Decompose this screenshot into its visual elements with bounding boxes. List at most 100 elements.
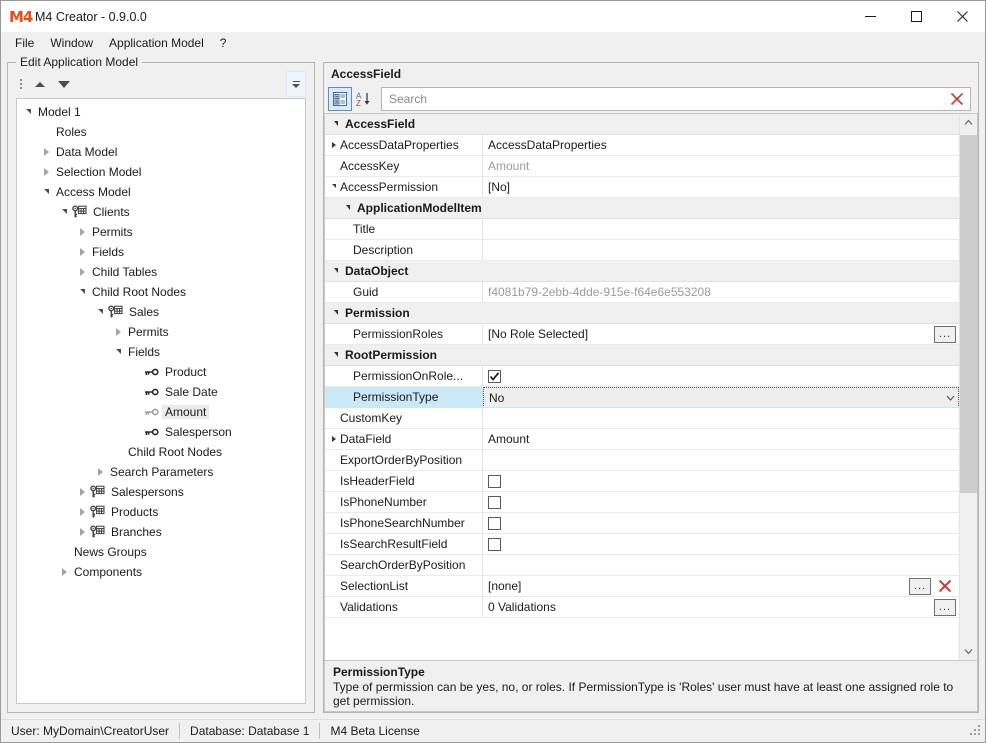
property-row-accessdataproperties[interactable]: AccessDataProperties AccessDataProperties	[325, 135, 959, 156]
scrollbar-track[interactable]	[960, 131, 977, 643]
tree-node-salesperson[interactable]: Salesperson	[17, 422, 305, 442]
minimize-button[interactable]	[847, 1, 893, 32]
expander-collapsed-icon[interactable]	[75, 488, 89, 496]
toolbar-overflow-button[interactable]	[286, 71, 306, 97]
property-category-permission[interactable]: Permission	[325, 303, 959, 324]
property-value-cell[interactable]	[483, 492, 959, 512]
expander-expanded-icon[interactable]	[57, 208, 71, 215]
property-row-isphonesearchnumber[interactable]: IsPhoneSearchNumber	[325, 513, 959, 534]
property-row-accesspermission[interactable]: AccessPermission [No]	[325, 177, 959, 198]
close-button[interactable]	[939, 1, 985, 32]
property-value-cell[interactable]: [No Role Selected]...	[483, 324, 959, 344]
expander-expanded-icon[interactable]	[111, 348, 125, 355]
expander-collapsed-icon[interactable]	[39, 148, 53, 156]
tree-node-child-root-nodes[interactable]: Child Root Nodes	[17, 442, 305, 462]
expander-expanded-icon[interactable]	[39, 188, 53, 195]
property-row-permissionroles[interactable]: PermissionRoles [No Role Selected]...	[325, 324, 959, 345]
property-row-title[interactable]: Title	[325, 219, 959, 240]
property-value-cell[interactable]: [none]...	[483, 576, 959, 596]
property-category-rootpermission[interactable]: RootPermission	[325, 345, 959, 366]
property-value-cell[interactable]: [No]	[483, 177, 959, 197]
tree-node-sale-date[interactable]: Sale Date	[17, 382, 305, 402]
chevron-down-icon[interactable]	[942, 395, 958, 401]
category-expander-icon[interactable]	[330, 120, 342, 127]
tree-node-product[interactable]: Product	[17, 362, 305, 382]
property-expander-collapsed-icon[interactable]	[329, 436, 339, 442]
tree-node-child-tables[interactable]: Child Tables	[17, 262, 305, 282]
expander-collapsed-icon[interactable]	[75, 268, 89, 276]
tree-node-clients[interactable]: Clients	[17, 202, 305, 222]
property-row-isheaderfield[interactable]: IsHeaderField	[325, 471, 959, 492]
property-row-description[interactable]: Description	[325, 240, 959, 261]
property-expander-expanded-icon[interactable]	[329, 184, 339, 189]
expander-expanded-icon[interactable]	[75, 288, 89, 295]
search-input[interactable]	[387, 88, 946, 110]
clear-search-button[interactable]	[946, 88, 968, 110]
property-category-dataobject[interactable]: DataObject	[325, 261, 959, 282]
menu-application-model[interactable]: Application Model	[101, 33, 212, 53]
property-row-isphonenumber[interactable]: IsPhoneNumber	[325, 492, 959, 513]
property-row-permissiontype[interactable]: PermissionType No	[325, 387, 959, 408]
expander-collapsed-icon[interactable]	[75, 228, 89, 236]
tree-node-branches[interactable]: Branches	[17, 522, 305, 542]
property-value-cell[interactable]	[483, 450, 959, 470]
expander-collapsed-icon[interactable]	[75, 528, 89, 536]
clear-value-button-selectionlist[interactable]	[934, 577, 956, 595]
move-down-button[interactable]	[52, 74, 76, 94]
ellipsis-button-selectionlist[interactable]: ...	[909, 577, 931, 595]
property-row-customkey[interactable]: CustomKey	[325, 408, 959, 429]
tree-node-permits[interactable]: Permits	[17, 222, 305, 242]
expander-collapsed-icon[interactable]	[93, 468, 107, 476]
checkbox-isphonesearchnumber[interactable]	[488, 516, 501, 530]
checkbox-issearchresultfield[interactable]	[488, 537, 501, 551]
tree-node-salespersons[interactable]: Salespersons	[17, 482, 305, 502]
categorized-view-button[interactable]	[328, 87, 352, 111]
category-expander-icon[interactable]	[342, 204, 354, 211]
property-value-cell[interactable]: Amount	[483, 156, 959, 176]
property-row-accesskey[interactable]: AccessKey Amount	[325, 156, 959, 177]
property-grid-scrollbar[interactable]	[959, 114, 977, 660]
tree-node-fields[interactable]: Fields	[17, 242, 305, 262]
ellipsis-button-validations[interactable]: ...	[934, 598, 956, 616]
category-expander-icon[interactable]	[330, 267, 342, 274]
property-value-cell[interactable]: f4081b79-2ebb-4dde-915e-f64e6e553208	[483, 282, 959, 302]
tree-node-products[interactable]: Products	[17, 502, 305, 522]
property-value-cell[interactable]	[483, 534, 959, 554]
property-value-cell[interactable]	[483, 219, 959, 239]
move-up-button[interactable]	[28, 74, 52, 94]
property-expander-collapsed-icon[interactable]	[329, 142, 339, 148]
property-value-cell[interactable]	[483, 555, 959, 575]
model-tree[interactable]: Model 1 Roles Data Model Selection Model Acc…	[16, 98, 306, 704]
expander-expanded-icon[interactable]	[21, 108, 35, 115]
tree-node-data-model[interactable]: Data Model	[17, 142, 305, 162]
menu-window[interactable]: Window	[42, 33, 101, 53]
expander-expanded-icon[interactable]	[93, 308, 107, 315]
scroll-down-button[interactable]	[960, 643, 977, 660]
tree-node-access-model[interactable]: Access Model	[17, 182, 305, 202]
property-row-guid[interactable]: Guid f4081b79-2ebb-4dde-915e-f64e6e553208	[325, 282, 959, 303]
property-value-cell[interactable]	[483, 366, 959, 386]
tree-node-roles[interactable]: Roles	[17, 122, 305, 142]
property-row-searchorderbyposition[interactable]: SearchOrderByPosition	[325, 555, 959, 576]
tree-node-fields[interactable]: Fields	[17, 342, 305, 362]
toolbar-grip-icon[interactable]	[17, 76, 24, 92]
resize-grip-icon[interactable]	[970, 725, 982, 737]
property-value-cell[interactable]	[483, 513, 959, 533]
property-grid[interactable]: AccessField AccessDataProperties AccessDat…	[324, 113, 978, 660]
property-row-issearchresultfield[interactable]: IsSearchResultField	[325, 534, 959, 555]
tree-node-sales[interactable]: Sales	[17, 302, 305, 322]
property-value-cell[interactable]: No	[483, 387, 959, 407]
checkbox-isheaderfield[interactable]	[488, 474, 501, 488]
property-row-exportorderbyposition[interactable]: ExportOrderByPosition	[325, 450, 959, 471]
property-search-box[interactable]	[381, 87, 971, 111]
maximize-button[interactable]	[893, 1, 939, 32]
scroll-up-button[interactable]	[960, 114, 977, 131]
alphabetical-sort-button[interactable]: A Z	[352, 87, 376, 111]
property-row-validations[interactable]: Validations 0 Validations...	[325, 597, 959, 618]
property-row-datafield[interactable]: DataField Amount	[325, 429, 959, 450]
property-category-accessfield[interactable]: AccessField	[325, 114, 959, 135]
expander-collapsed-icon[interactable]	[111, 328, 125, 336]
expander-collapsed-icon[interactable]	[39, 168, 53, 176]
property-row-selectionlist[interactable]: SelectionList [none]...	[325, 576, 959, 597]
property-value-cell[interactable]	[483, 240, 959, 260]
